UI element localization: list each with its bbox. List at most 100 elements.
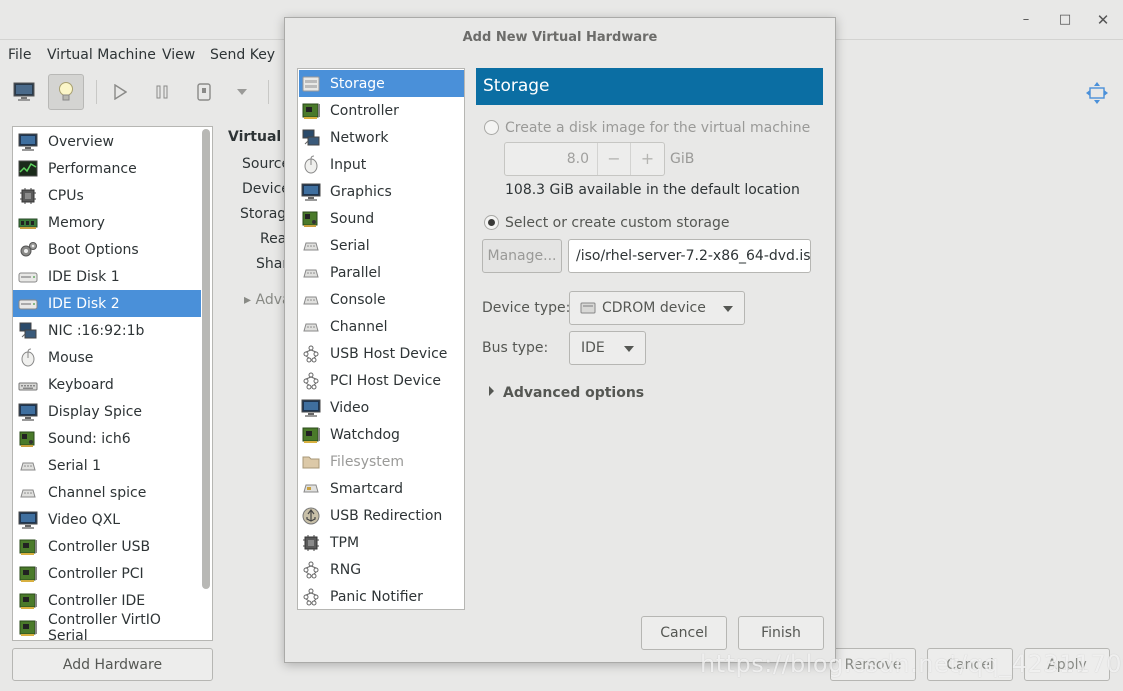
watermark: https://blog.csdn.net/qq_42311709 bbox=[700, 650, 1123, 678]
category-item-usb-redirection[interactable]: USB Redirection bbox=[299, 502, 464, 529]
storage-path-input[interactable]: /iso/rhel-server-7.2-x86_64-dvd.iso bbox=[568, 239, 811, 273]
usb-tree-icon bbox=[301, 560, 321, 580]
section-header: Storage bbox=[476, 68, 823, 105]
hardware-list-item-label: CPUs bbox=[48, 187, 84, 204]
hardware-list-item[interactable]: CPUs bbox=[13, 182, 201, 209]
controller-card-icon bbox=[17, 617, 39, 639]
close-icon[interactable]: ✕ bbox=[1095, 12, 1111, 28]
hardware-category-list: Storage Controller Network Input Graphics Sou… bbox=[297, 68, 465, 610]
shutdown-button[interactable] bbox=[186, 74, 222, 110]
hardware-list-item[interactable]: Controller VirtIO Serial bbox=[13, 612, 201, 640]
storage-icon bbox=[301, 74, 321, 94]
dialog-title: Add New Virtual Hardware bbox=[462, 30, 658, 45]
mouse-icon bbox=[301, 155, 321, 175]
menu-view[interactable]: View bbox=[162, 47, 195, 63]
advanced-options-expander[interactable]: Advanced options bbox=[489, 385, 644, 401]
category-item-parallel[interactable]: Parallel bbox=[299, 259, 464, 286]
hardware-list-item[interactable]: Channel spice bbox=[13, 479, 201, 506]
custom-storage-label: Select or create custom storage bbox=[505, 215, 730, 231]
hardware-list-item-label: Serial 1 bbox=[48, 457, 101, 474]
add-hardware-button[interactable]: Add Hardware bbox=[12, 648, 213, 681]
chevron-down-icon bbox=[624, 346, 634, 352]
create-disk-label: Create a disk image for the virtual mach… bbox=[505, 120, 811, 136]
category-item-panic-notifier[interactable]: Panic Notifier bbox=[299, 583, 464, 610]
pause-icon bbox=[156, 85, 168, 99]
bus-type-combo[interactable]: IDE bbox=[569, 331, 646, 365]
minimize-icon[interactable]: – bbox=[1018, 12, 1034, 28]
hardware-list-item-label: IDE Disk 1 bbox=[48, 268, 120, 285]
category-item-label: Parallel bbox=[330, 264, 382, 281]
category-item-storage[interactable]: Storage bbox=[299, 70, 464, 97]
expander-arrow-icon bbox=[489, 386, 494, 396]
category-item-smartcard[interactable]: Smartcard bbox=[299, 475, 464, 502]
category-item-watchdog[interactable]: Watchdog bbox=[299, 421, 464, 448]
hardware-list: Overview Performance CPUs Memory Boot Option… bbox=[12, 126, 213, 641]
hardware-list-item[interactable]: Display Spice bbox=[13, 398, 201, 425]
disk-size-value[interactable]: 8.0 bbox=[505, 143, 598, 175]
chevron-down-icon bbox=[723, 306, 733, 312]
menu-file[interactable]: File bbox=[8, 47, 31, 63]
monitor-icon bbox=[17, 401, 39, 423]
manage-button[interactable]: Manage... bbox=[482, 239, 562, 273]
hardware-list-item[interactable]: IDE Disk 2 bbox=[13, 290, 201, 317]
hardware-list-item[interactable]: Performance bbox=[13, 155, 201, 182]
disk-size-spinner[interactable]: 8.0 − + bbox=[504, 142, 665, 176]
category-item-channel[interactable]: Channel bbox=[299, 313, 464, 340]
hardware-list-item[interactable]: Sound: ich6 bbox=[13, 425, 201, 452]
custom-storage-radio[interactable] bbox=[484, 215, 499, 230]
hardware-list-item[interactable]: Controller USB bbox=[13, 533, 201, 560]
monitor-icon bbox=[17, 131, 39, 153]
network-icon bbox=[17, 320, 39, 342]
hardware-list-item[interactable]: NIC :16:92:1b bbox=[13, 317, 201, 344]
category-item-console[interactable]: Console bbox=[299, 286, 464, 313]
hardware-list-item[interactable]: IDE Disk 1 bbox=[13, 263, 201, 290]
hardware-list-item[interactable]: Boot Options bbox=[13, 236, 201, 263]
hardware-list-item-label: Display Spice bbox=[48, 403, 143, 420]
category-item-input[interactable]: Input bbox=[299, 151, 464, 178]
hardware-list-item-label: NIC :16:92:1b bbox=[48, 322, 145, 339]
category-item-rng[interactable]: RNG bbox=[299, 556, 464, 583]
category-item-sound[interactable]: Sound bbox=[299, 205, 464, 232]
fullscreen-icon[interactable] bbox=[1086, 82, 1108, 104]
hardware-list-item[interactable]: Keyboard bbox=[13, 371, 201, 398]
device-type-combo[interactable]: CDROM device bbox=[569, 291, 745, 325]
category-item-label: Watchdog bbox=[330, 426, 400, 443]
category-item-label: Smartcard bbox=[330, 480, 404, 497]
category-item-controller[interactable]: Controller bbox=[299, 97, 464, 124]
run-button[interactable] bbox=[102, 74, 138, 110]
category-item-label: Filesystem bbox=[330, 453, 405, 470]
hardware-list-scrollbar[interactable] bbox=[202, 129, 210, 589]
category-item-tpm[interactable]: TPM bbox=[299, 529, 464, 556]
menu-send-key[interactable]: Send Key bbox=[210, 47, 275, 63]
maximize-icon[interactable]: □ bbox=[1057, 12, 1073, 28]
hardware-list-item[interactable]: Mouse bbox=[13, 344, 201, 371]
menu-virtual-machine[interactable]: Virtual Machine bbox=[47, 47, 156, 63]
create-disk-radio[interactable] bbox=[484, 120, 499, 135]
hardware-list-item[interactable]: Controller PCI bbox=[13, 560, 201, 587]
disk-size-increase-button[interactable]: + bbox=[631, 143, 664, 175]
hardware-list-item[interactable]: Serial 1 bbox=[13, 452, 201, 479]
category-item-filesystem[interactable]: Filesystem bbox=[299, 448, 464, 475]
hardware-list-item[interactable]: Controller IDE bbox=[13, 587, 201, 614]
disk-icon bbox=[17, 266, 39, 288]
hardware-list-item[interactable]: Video QXL bbox=[13, 506, 201, 533]
chip-icon bbox=[17, 185, 39, 207]
serial-icon bbox=[17, 482, 39, 504]
details-view-button[interactable] bbox=[48, 74, 84, 110]
shutdown-menu-button[interactable] bbox=[224, 74, 260, 110]
sound-card-icon bbox=[301, 209, 321, 229]
memory-icon bbox=[17, 212, 39, 234]
finish-button[interactable]: Finish bbox=[738, 616, 824, 650]
disk-size-decrease-button[interactable]: − bbox=[598, 143, 631, 175]
pause-button[interactable] bbox=[144, 74, 180, 110]
category-item-video[interactable]: Video bbox=[299, 394, 464, 421]
dialog-cancel-button[interactable]: Cancel bbox=[641, 616, 727, 650]
category-item-pci-host-device[interactable]: PCI Host Device bbox=[299, 367, 464, 394]
hardware-list-item[interactable]: Memory bbox=[13, 209, 201, 236]
category-item-serial[interactable]: Serial bbox=[299, 232, 464, 259]
category-item-usb-host-device[interactable]: USB Host Device bbox=[299, 340, 464, 367]
hardware-list-item[interactable]: Overview bbox=[13, 128, 201, 155]
category-item-network[interactable]: Network bbox=[299, 124, 464, 151]
console-view-button[interactable] bbox=[6, 74, 42, 110]
category-item-graphics[interactable]: Graphics bbox=[299, 178, 464, 205]
